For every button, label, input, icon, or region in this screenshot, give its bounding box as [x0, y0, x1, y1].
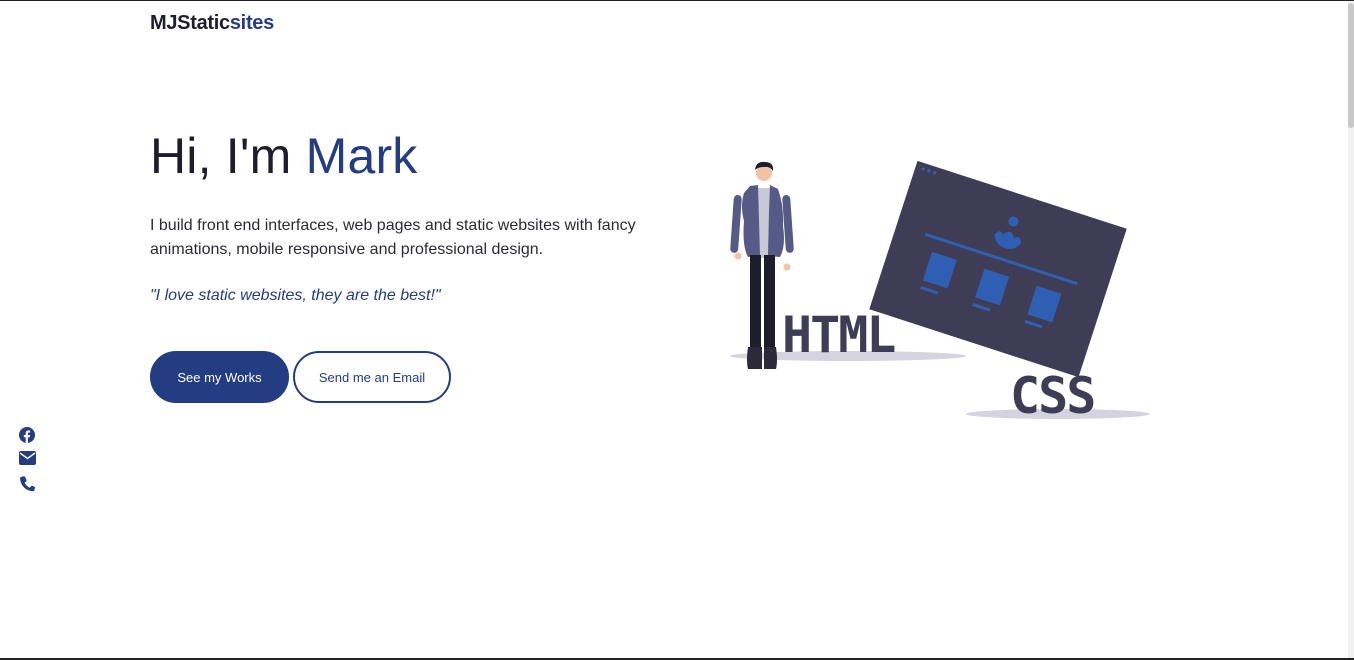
scrollbar-thumb[interactable] [1348, 3, 1354, 128]
hero-title: Hi, I'm Mark [150, 127, 418, 185]
logo-text-primary: MJStatic [150, 12, 230, 34]
logo-text-accent: sites [229, 12, 274, 34]
html-illustration-text: HTML [782, 306, 895, 364]
facebook-icon[interactable] [19, 427, 37, 443]
site-logo[interactable]: MJStaticsites [150, 12, 274, 35]
send-email-button[interactable]: Send me an Email [293, 351, 451, 403]
hero-name: Mark [305, 128, 418, 184]
page: MJStaticsites Hi, I'm Mark I build front… [0, 0, 1354, 660]
scrollbar[interactable] [1348, 1, 1354, 658]
hero-description: I build front end interfaces, web pages … [150, 217, 636, 258]
hero-quote: "I love static websites, they are the be… [150, 287, 441, 304]
css-illustration-text: CSS [1010, 367, 1094, 425]
hero-greeting: Hi, I'm [150, 128, 306, 184]
browser-window-illustration [869, 160, 1127, 378]
see-works-button[interactable]: See my Works [150, 351, 289, 403]
hero-illustration: HTML CSS [720, 151, 1160, 431]
social-links [19, 427, 37, 492]
envelope-icon[interactable] [19, 451, 37, 467]
phone-icon[interactable] [19, 475, 37, 492]
